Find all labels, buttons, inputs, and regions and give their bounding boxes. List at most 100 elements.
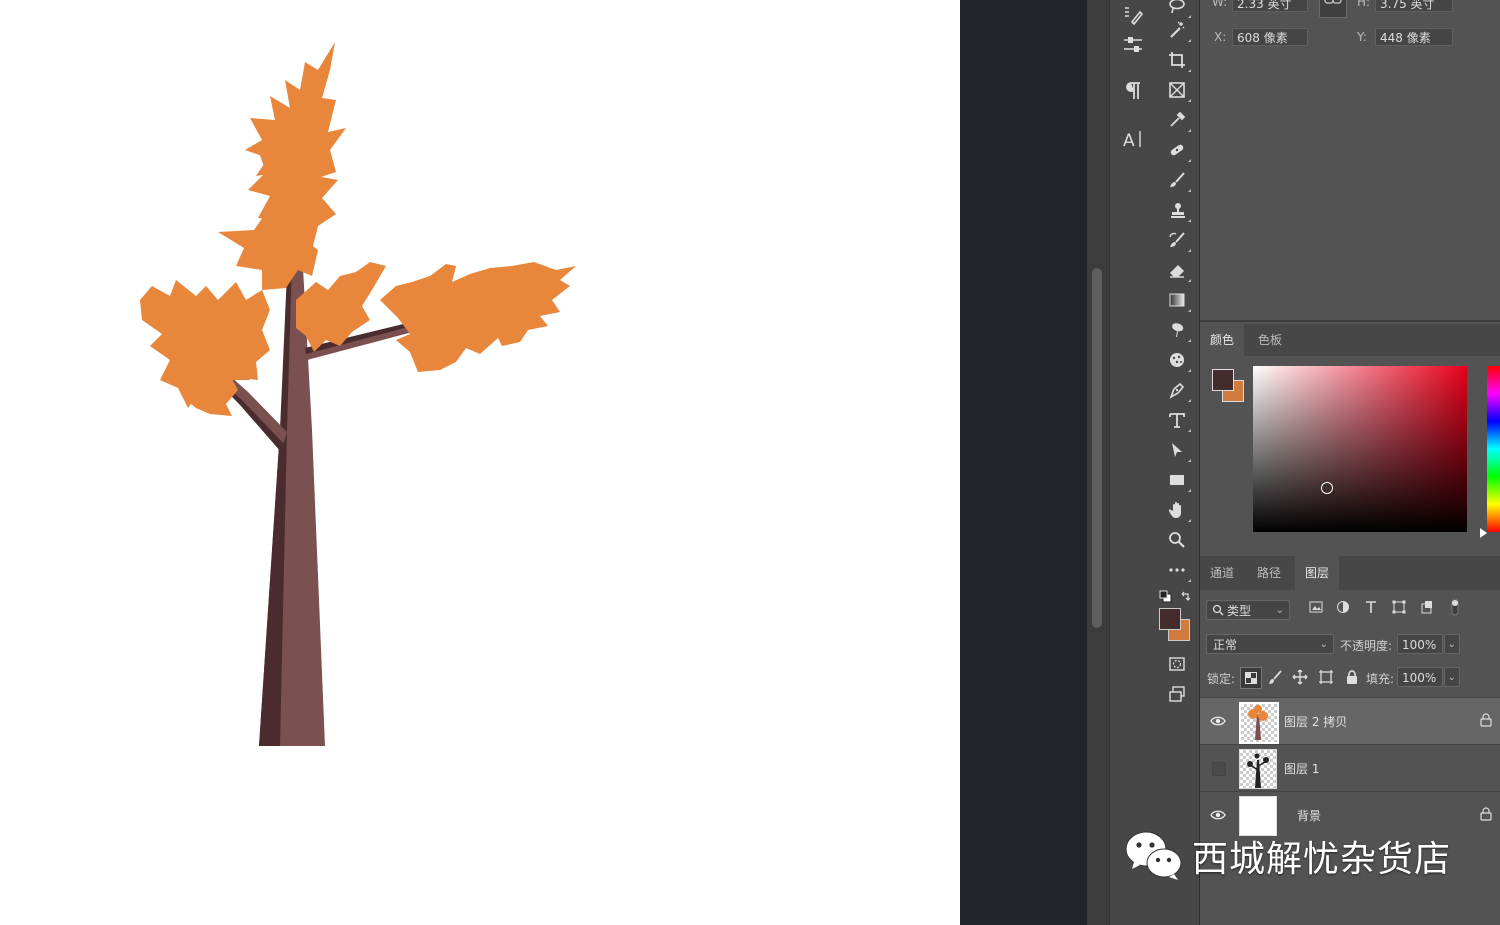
watermark: 西城解忧杂货店 (1124, 828, 1451, 884)
filter-toggle-icon[interactable] (1446, 598, 1464, 616)
filter-pixel-icon[interactable] (1307, 598, 1325, 616)
document-canvas[interactable] (0, 0, 960, 925)
chevron-down-icon: ⌄ (1275, 605, 1284, 616)
foreground-color-swatch[interactable] (1159, 608, 1181, 630)
blend-mode-value: 正常 (1213, 638, 1238, 652)
eraser-icon[interactable] (1162, 256, 1192, 284)
lock-label: 锁定: (1207, 672, 1236, 686)
screen-mode-icon[interactable] (1162, 680, 1192, 708)
tab-color[interactable]: 颜色 (1200, 324, 1245, 356)
tab-swatches[interactable]: 色板 (1248, 324, 1292, 356)
opacity-dropdown[interactable]: ⌄ (1444, 634, 1460, 654)
tree-illustration (140, 42, 576, 746)
color-picker-handle[interactable] (1321, 482, 1333, 494)
lock-all-icon[interactable] (1344, 669, 1360, 688)
frame-icon[interactable] (1162, 76, 1192, 104)
layer-filter-value: 类型 (1227, 604, 1252, 618)
opacity-label: 不透明度: (1340, 639, 1393, 653)
color-panel-tabs: 颜色 色板 (1200, 324, 1500, 357)
brush-settings-icon[interactable] (1118, 0, 1148, 30)
layer-lock-icon (1480, 807, 1492, 824)
color-panel-foreground-swatch[interactable] (1212, 369, 1234, 391)
blend-mode-select[interactable]: 正常 ⌄ (1206, 634, 1334, 654)
adjustments-icon[interactable] (1118, 30, 1148, 60)
gradient-icon[interactable] (1162, 286, 1192, 314)
watermark-text: 西城解忧杂货店 (1192, 839, 1452, 880)
layer-filter-select[interactable]: 类型 ⌄ (1206, 600, 1290, 620)
filter-shape-icon[interactable] (1390, 598, 1408, 616)
filter-type-icon[interactable] (1362, 598, 1380, 616)
hue-slider-arrow[interactable] (1480, 528, 1487, 538)
layer-thumbnail (1239, 749, 1277, 789)
visibility-eye-icon[interactable] (1210, 713, 1226, 729)
properties-panel: W: 2.33 英寸 H: 3.75 英寸 X: 608 像素 Y: 448 像… (1200, 0, 1500, 322)
svg-text:A: A (1123, 131, 1135, 150)
smudge-icon[interactable] (1162, 316, 1192, 344)
paragraph-icon[interactable] (1118, 76, 1148, 106)
right-panels: W: 2.33 英寸 H: 3.75 英寸 X: 608 像素 Y: 448 像… (1200, 0, 1500, 925)
character-icon[interactable]: A (1118, 124, 1148, 154)
color-panel (1200, 356, 1500, 552)
layer-lock-icon (1480, 713, 1492, 730)
clone-stamp-icon[interactable] (1162, 196, 1192, 224)
tab-layers[interactable]: 图层 (1295, 556, 1340, 590)
pen-icon[interactable] (1162, 376, 1192, 404)
fill-label: 填充: (1366, 672, 1395, 686)
layer-name: 背景 (1297, 809, 1322, 823)
type-icon[interactable] (1162, 406, 1192, 434)
healing-brush-icon[interactable] (1162, 136, 1192, 164)
history-brush-icon[interactable] (1162, 226, 1192, 254)
chevron-down-icon: ⌄ (1319, 639, 1328, 650)
default-colors-icon[interactable] (1159, 590, 1173, 607)
magic-wand-icon[interactable] (1162, 16, 1192, 44)
layer-thumbnail (1239, 702, 1279, 744)
tools-panel (1155, 0, 1200, 925)
layers-panel-tabs: 通道 路径 图层 (1200, 556, 1500, 591)
tab-paths[interactable]: 路径 (1247, 556, 1291, 590)
chevron-down-icon: ⌄ (1447, 639, 1456, 650)
quick-mask-icon[interactable] (1162, 650, 1192, 678)
layer-row[interactable]: 图层 1 (1200, 744, 1500, 791)
canvas-scrollbar[interactable] (1087, 0, 1110, 925)
eyedropper-icon[interactable] (1162, 106, 1192, 134)
collapsed-panel-strip: A (1109, 0, 1156, 925)
y-position-field[interactable]: 448 像素 (1375, 28, 1453, 46)
lock-position-icon[interactable] (1292, 669, 1308, 688)
zoom-icon[interactable] (1162, 526, 1192, 554)
search-icon (1212, 601, 1224, 625)
visibility-toggle-off[interactable] (1212, 762, 1226, 776)
visibility-eye-icon[interactable] (1210, 807, 1226, 823)
crop-icon[interactable] (1162, 46, 1192, 74)
width-field[interactable]: 2.33 英寸 (1232, 0, 1308, 12)
filter-adjustment-icon[interactable] (1334, 598, 1352, 616)
hue-slider[interactable] (1487, 366, 1500, 532)
layer-name: 图层 1 (1284, 762, 1320, 776)
foreground-background-swatches[interactable] (1159, 608, 1195, 644)
x-position-field[interactable]: 608 像素 (1232, 28, 1308, 46)
layer-name: 图层 2 拷贝 (1284, 715, 1348, 729)
filter-smart-object-icon[interactable] (1418, 598, 1436, 616)
lock-transparent-pixels-icon[interactable] (1240, 667, 1262, 689)
saturation-brightness-field[interactable] (1253, 366, 1467, 532)
wechat-icon (1124, 829, 1184, 884)
path-select-icon[interactable] (1162, 436, 1192, 464)
y-label: Y: (1357, 30, 1367, 44)
lock-image-pixels-icon[interactable] (1267, 669, 1283, 688)
height-field[interactable]: 3.75 英寸 (1375, 0, 1453, 12)
swap-colors-icon[interactable] (1179, 590, 1193, 607)
layer-row[interactable]: 图层 2 拷贝 (1200, 697, 1500, 744)
brush-icon[interactable] (1162, 166, 1192, 194)
fill-dropdown[interactable]: ⌄ (1444, 667, 1460, 687)
sponge-icon[interactable] (1162, 346, 1192, 374)
lock-artboard-icon[interactable] (1318, 669, 1334, 688)
rectangle-icon[interactable] (1162, 466, 1192, 494)
scrollbar-thumb[interactable] (1092, 268, 1102, 628)
hand-icon[interactable] (1162, 496, 1192, 524)
link-dimensions-icon[interactable] (1319, 0, 1347, 18)
tab-channels[interactable]: 通道 (1200, 556, 1244, 590)
workspace-background (960, 0, 1087, 925)
opacity-field[interactable]: 100% (1397, 634, 1443, 654)
fill-field[interactable]: 100% (1397, 667, 1443, 687)
height-label: H: (1357, 0, 1371, 9)
more-icon[interactable] (1162, 556, 1192, 584)
